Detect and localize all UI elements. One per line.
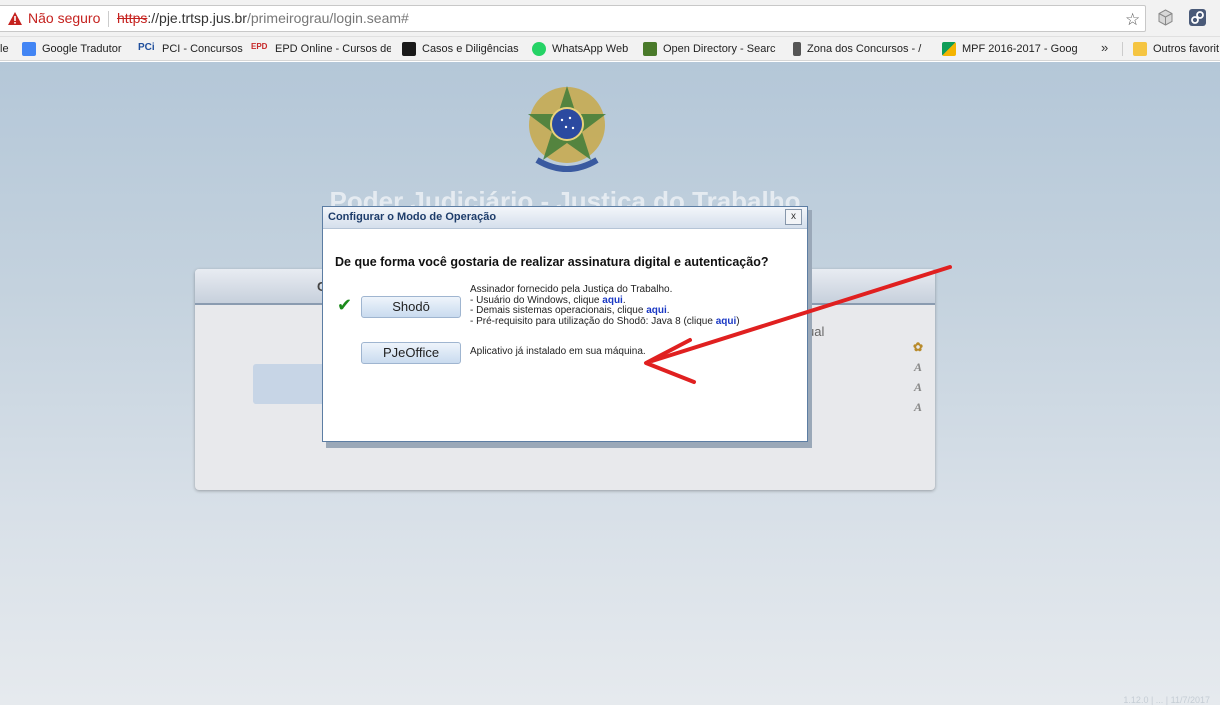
shodo-desc-line: - Pré-requisito para utilização do Shodō… bbox=[470, 315, 740, 328]
desc-punct: . bbox=[666, 305, 670, 316]
windows-download-link[interactable]: aqui bbox=[602, 295, 623, 306]
whatsapp-icon bbox=[532, 42, 546, 56]
bookmark-label: EPD Online - Cursos de bbox=[275, 43, 391, 55]
bookmark-label: PCI - Concursos bbox=[162, 43, 243, 55]
bookmark-item[interactable]: le bbox=[0, 41, 14, 57]
operation-mode-dialog: Configurar o Modo de Operação x De que f… bbox=[322, 206, 808, 442]
bookmark-item[interactable]: MPF 2016-2017 - Goog bbox=[942, 41, 1080, 57]
font-normal-icon[interactable]: A bbox=[908, 360, 928, 380]
bookmark-star-icon[interactable]: ☆ bbox=[1125, 10, 1140, 30]
warning-icon[interactable] bbox=[8, 12, 22, 25]
bookmark-label: Zona dos Concursos - / bbox=[807, 43, 922, 55]
shodo-button[interactable]: Shodō bbox=[361, 296, 461, 318]
desc-text: - Demais sistemas operacionais, clique bbox=[470, 305, 647, 316]
pjeoffice-description: Aplicativo já instalado em sua máquina. bbox=[470, 346, 646, 357]
bookmark-label: Google Tradutor bbox=[42, 43, 122, 55]
url-scheme: https bbox=[117, 10, 148, 26]
extension-cube-icon[interactable] bbox=[1157, 9, 1174, 26]
accessibility-toolbar: ✿ A A A bbox=[908, 340, 928, 420]
desc-punct: . bbox=[622, 294, 626, 306]
bookmark-label: Outros favorit bbox=[1153, 43, 1220, 55]
java-download-link[interactable]: aqui bbox=[716, 316, 737, 327]
bookmark-label: MPF 2016-2017 - Goog bbox=[962, 43, 1078, 55]
zona-concursos-icon bbox=[793, 42, 801, 56]
bookmark-item[interactable]: Casos e Diligências bbox=[402, 41, 522, 57]
google-translate-icon bbox=[22, 42, 36, 56]
font-increase-icon[interactable]: A bbox=[908, 380, 928, 400]
bookmark-item[interactable]: Google Tradutor bbox=[22, 41, 130, 57]
security-label[interactable]: Não seguro bbox=[28, 10, 100, 26]
bookmark-item[interactable]: WhatsApp Web bbox=[532, 41, 632, 57]
folder-icon bbox=[1133, 42, 1147, 56]
bookmark-label: WhatsApp Web bbox=[552, 43, 629, 55]
bookmark-label: Casos e Diligências bbox=[422, 43, 519, 55]
desc-punct: ) bbox=[736, 315, 740, 327]
address-bar[interactable]: Não seguro https://pje.trtsp.jus.br/prim… bbox=[0, 5, 1146, 32]
dialog-title: Configurar o Modo de Operação bbox=[328, 211, 497, 223]
other-bookmarks[interactable]: Outros favorit bbox=[1133, 41, 1220, 57]
pci-icon: PCi bbox=[138, 42, 155, 53]
dialog-question: De que forma você gostaria de realizar a… bbox=[335, 255, 769, 269]
bookmark-item[interactable]: PCi PCI - Concursos bbox=[138, 41, 246, 57]
shodo-description: Assinador fornecido pela Justiça do Trab… bbox=[470, 284, 740, 328]
open-directory-icon bbox=[643, 42, 657, 56]
drive-icon bbox=[402, 42, 416, 56]
brasil-coat-of-arms-logo bbox=[528, 86, 606, 172]
bookmark-item[interactable]: Zona dos Concursos - / bbox=[793, 41, 930, 57]
extension-link-icon[interactable] bbox=[1189, 9, 1206, 26]
bookmarks-bar: le Google Tradutor PCi PCI - Concursos EP… bbox=[0, 37, 1220, 61]
other-os-download-link[interactable]: aqui bbox=[646, 305, 667, 316]
browser-toolbar: Não seguro https://pje.trtsp.jus.br/prim… bbox=[0, 0, 1220, 37]
google-drive-icon bbox=[942, 42, 956, 56]
close-button[interactable]: x bbox=[785, 209, 802, 225]
checkmark-icon: ✔ bbox=[337, 295, 353, 315]
divider bbox=[1122, 42, 1123, 56]
bookmark-item[interactable]: EPD EPD Online - Cursos de bbox=[251, 41, 391, 57]
desc-text: - Pré-requisito para utilização do Shodō… bbox=[470, 315, 716, 327]
bookmarks-overflow-icon[interactable]: » bbox=[1101, 40, 1108, 55]
version-footer: 1.12.0 | ... | 11/7/2017 bbox=[1123, 695, 1210, 705]
dialog-header: Configurar o Modo de Operação x bbox=[323, 207, 807, 229]
desc-text: - Usuário do Windows, clique bbox=[470, 294, 603, 306]
url-path: /primeirograu/login.seam# bbox=[246, 10, 409, 26]
epd-icon: EPD bbox=[251, 42, 268, 51]
bookmark-label: le bbox=[0, 43, 9, 55]
bookmark-item[interactable]: Open Directory - Searc bbox=[643, 41, 780, 57]
login-button[interactable] bbox=[253, 364, 325, 404]
pjeoffice-button[interactable]: PJeOffice bbox=[361, 342, 461, 364]
contrast-palette-icon[interactable]: ✿ bbox=[908, 340, 928, 360]
url-host: ://pje.trtsp.jus.br bbox=[147, 10, 247, 26]
font-decrease-icon[interactable]: A bbox=[908, 400, 928, 420]
bookmark-label: Open Directory - Searc bbox=[663, 43, 776, 55]
url-text[interactable]: https://pje.trtsp.jus.br/primeirograu/lo… bbox=[117, 10, 409, 26]
divider bbox=[108, 11, 109, 27]
